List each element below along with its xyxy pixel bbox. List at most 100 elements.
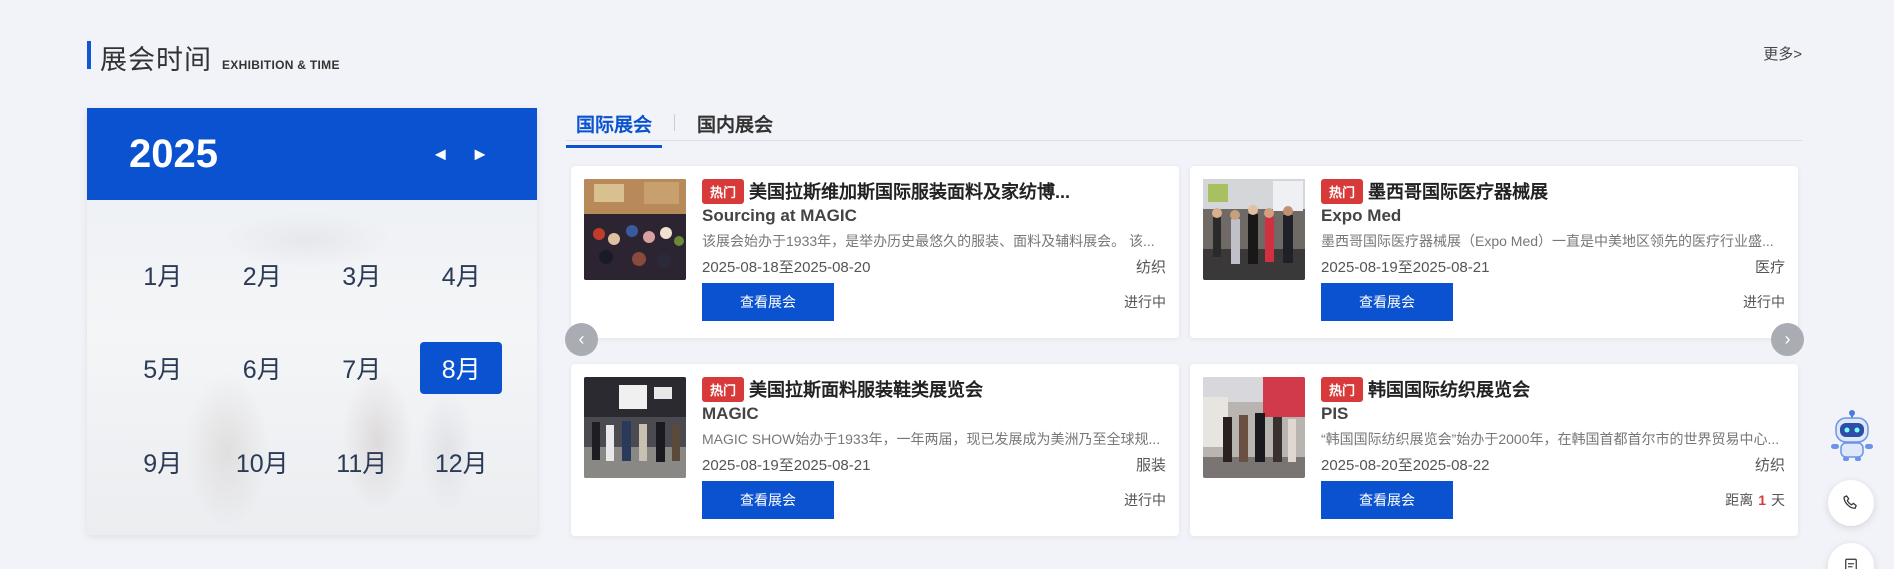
exhibition-calendar: 2025 ◄ ► 1月 2月 3月 4月 5月 6月 7月 8月 9月 10月 …: [87, 108, 537, 535]
contact-form-button[interactable]: [1828, 543, 1874, 569]
card-meta: 2025-08-18至2025-08-20 纺织: [702, 256, 1166, 277]
hot-badge: 热门: [702, 178, 745, 204]
card-content: 热门 美国拉斯维加斯国际服装面料及家纺博... Sourcing at MAGI…: [702, 178, 1166, 321]
card-meta: 2025-08-19至2025-08-21 医疗: [1321, 256, 1785, 277]
exhibition-date: 2025-08-18至2025-08-20: [702, 259, 871, 276]
month-cell[interactable]: 10月: [213, 415, 313, 509]
card-title-row: 热门 美国拉斯面料服装鞋类展览会: [702, 376, 1166, 402]
month-cell[interactable]: 3月: [312, 228, 412, 322]
exhibition-tabs: 国际展会 国内展会: [566, 108, 1802, 148]
exhibition-status: 进行中: [1124, 492, 1166, 508]
month-label: 7月: [342, 356, 382, 385]
exhibition-countdown: 距离 1 天: [1725, 490, 1785, 510]
month-label: 6月: [242, 356, 282, 385]
hot-badge: 热门: [1321, 376, 1364, 402]
month-label: 4月: [441, 262, 481, 291]
card-footer: 查看展会 进行中: [702, 481, 1166, 519]
month-cell[interactable]: 6月: [213, 322, 313, 416]
month-cell[interactable]: 4月: [412, 228, 512, 322]
countdown-prefix: 距离: [1725, 492, 1754, 508]
exhibition-thumbnail: [1203, 377, 1305, 478]
calendar-body: 1月 2月 3月 4月 5月 6月 7月 8月 9月 10月 11月 12月: [87, 200, 537, 535]
countdown-days: 1: [1758, 492, 1766, 508]
exhibition-thumbnail: [1203, 179, 1305, 280]
document-icon: [1845, 558, 1857, 569]
prev-year-button[interactable]: ◄: [431, 144, 449, 165]
next-year-button[interactable]: ►: [471, 144, 489, 165]
more-link[interactable]: 更多>: [1763, 43, 1802, 64]
exhibition-category: 纺织: [1135, 259, 1166, 276]
exhibition-name-en: PIS: [1321, 404, 1349, 423]
card-title-row: 热门 墨西哥国际医疗器械展: [1321, 178, 1785, 204]
card-title-row: 热门 韩国国际纺织展览会: [1321, 376, 1785, 402]
exhibition-card[interactable]: 热门 韩国国际纺织展览会 PIS “韩国国际纺织展览会”始办于2000年，在韩国…: [1190, 364, 1798, 536]
exhibition-date: 2025-08-20至2025-08-22: [1321, 457, 1490, 474]
exhibition-name-cn: 美国拉斯面料服装鞋类展览会: [749, 380, 984, 400]
month-cell[interactable]: 1月: [113, 228, 213, 322]
chevron-right-icon: ›: [1784, 329, 1791, 349]
month-label: 3月: [342, 262, 382, 291]
month-label: 2月: [242, 262, 282, 291]
view-exhibition-button[interactable]: 查看展会: [1321, 283, 1453, 321]
month-label: 1月: [143, 262, 183, 291]
exhibition-name-cn: 韩国国际纺织展览会: [1368, 380, 1531, 400]
card-content: 热门 韩国国际纺织展览会 PIS “韩国国际纺织展览会”始办于2000年，在韩国…: [1321, 376, 1785, 519]
month-label: 8月: [420, 342, 503, 395]
view-exhibition-button[interactable]: 查看展会: [702, 283, 834, 321]
month-label: 12月: [434, 450, 488, 479]
month-cell[interactable]: 11月: [312, 415, 412, 509]
month-cell[interactable]: 5月: [113, 322, 213, 416]
card-footer: 查看展会 距离 1 天: [1321, 481, 1785, 519]
exhibition-name-en: MAGIC: [702, 404, 759, 423]
contact-phone-button[interactable]: [1828, 480, 1874, 526]
tab-domestic[interactable]: 国内展会: [687, 108, 783, 145]
card-meta: 2025-08-19至2025-08-21 服装: [702, 454, 1166, 475]
view-exhibition-button[interactable]: 查看展会: [702, 481, 834, 519]
chevron-left-icon: ‹: [578, 329, 585, 349]
hot-badge: 热门: [1321, 178, 1364, 204]
exhibition-name-cn: 美国拉斯维加斯国际服装面料及家纺博...: [749, 182, 1071, 202]
view-exhibition-button[interactable]: 查看展会: [1321, 481, 1453, 519]
exhibition-card[interactable]: 热门 美国拉斯面料服装鞋类展览会 MAGIC MAGIC SHOW始办于1933…: [571, 364, 1179, 536]
month-label: 10月: [235, 450, 289, 479]
carousel-next-button[interactable]: ›: [1771, 323, 1804, 356]
exhibition-category: 医疗: [1754, 259, 1785, 276]
month-cell[interactable]: 7月: [312, 322, 412, 416]
exhibition-status: 进行中: [1124, 294, 1166, 310]
card-footer: 查看展会 进行中: [702, 283, 1166, 321]
tab-international[interactable]: 国际展会: [566, 108, 663, 148]
month-cell[interactable]: 12月: [412, 415, 512, 509]
exhibition-description: 墨西哥国际医疗器械展（Expo Med）一直是中美地区领先的医疗行业盛...: [1321, 233, 1774, 249]
countdown-suffix: 天: [1771, 492, 1785, 508]
exhibition-date: 2025-08-19至2025-08-21: [1321, 259, 1490, 276]
card-title-row: 热门 美国拉斯维加斯国际服装面料及家纺博...: [702, 178, 1166, 204]
month-label: 9月: [143, 450, 183, 479]
exhibition-thumbnail: [584, 377, 686, 478]
exhibition-name-cn: 墨西哥国际医疗器械展: [1368, 182, 1549, 202]
year-nav: ◄ ►: [431, 144, 489, 165]
exhibition-category: 纺织: [1754, 457, 1785, 474]
month-cell-selected[interactable]: 8月: [412, 322, 512, 416]
month-cell[interactable]: 9月: [113, 415, 213, 509]
exhibition-status: 进行中: [1743, 294, 1785, 310]
month-cell[interactable]: 2月: [213, 228, 313, 322]
exhibition-name-en: Expo Med: [1321, 206, 1402, 225]
robot-icon[interactable]: [1827, 410, 1877, 462]
card-meta: 2025-08-20至2025-08-22 纺织: [1321, 454, 1785, 475]
month-label: 5月: [143, 356, 183, 385]
exhibition-description: MAGIC SHOW始办于1933年，一年两届，现已发展成为美洲乃至全球规...: [702, 431, 1161, 447]
month-label: 11月: [336, 450, 388, 479]
calendar-header: 2025 ◄ ►: [87, 108, 537, 200]
card-content: 热门 美国拉斯面料服装鞋类展览会 MAGIC MAGIC SHOW始办于1933…: [702, 376, 1166, 519]
phone-icon: [1843, 495, 1857, 509]
exhibition-card[interactable]: 热门 墨西哥国际医疗器械展 Expo Med 墨西哥国际医疗器械展（Expo M…: [1190, 166, 1798, 338]
section-title: 展会时间: [100, 45, 212, 75]
hot-badge: 热门: [702, 376, 745, 402]
carousel-prev-button[interactable]: ‹: [565, 323, 598, 356]
calendar-year: 2025: [129, 131, 218, 176]
section-header: 展会时间 EXHIBITION & TIME: [87, 38, 340, 77]
month-grid: 1月 2月 3月 4月 5月 6月 7月 8月 9月 10月 11月 12月: [87, 200, 537, 535]
card-footer: 查看展会 进行中: [1321, 283, 1785, 321]
exhibition-category: 服装: [1135, 457, 1166, 474]
exhibition-card[interactable]: 热门 美国拉斯维加斯国际服装面料及家纺博... Sourcing at MAGI…: [571, 166, 1179, 338]
